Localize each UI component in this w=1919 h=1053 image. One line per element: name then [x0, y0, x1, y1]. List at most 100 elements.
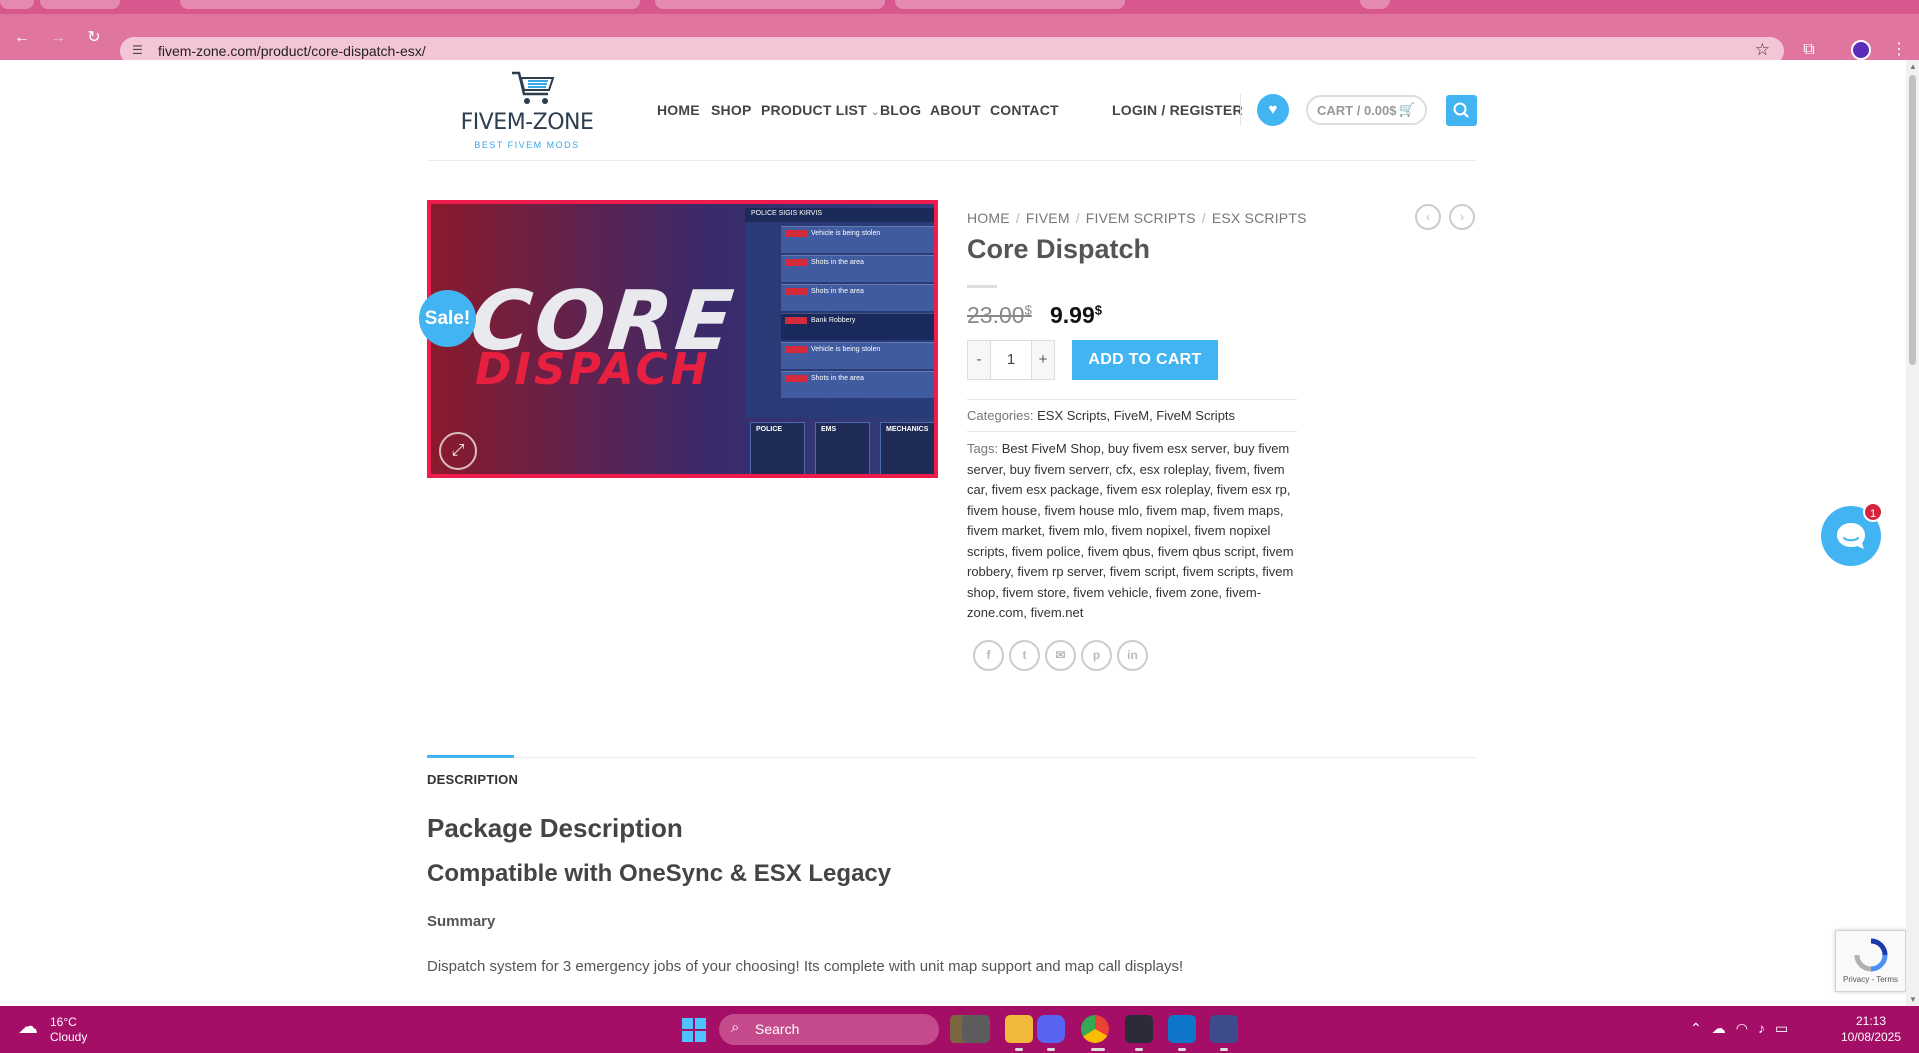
facebook-icon[interactable]: f: [973, 640, 1004, 671]
scroll-up-icon[interactable]: ▲: [1909, 62, 1917, 71]
profile-avatar[interactable]: [1851, 40, 1871, 60]
start-windows-icon[interactable]: [682, 1018, 706, 1042]
browser-tab[interactable]: [180, 0, 640, 9]
tags-label: Tags:: [967, 441, 999, 456]
running-indicator: [1015, 1048, 1023, 1051]
cloud-icon: ☁: [18, 1016, 38, 1038]
chevron-up-icon[interactable]: ⌃: [1690, 1020, 1712, 1036]
web-page: FIVEM-ZONE BEST FIVEM MODS HOME SHOP PRO…: [0, 60, 1906, 1006]
recaptcha-badge[interactable]: Privacy - Terms: [1835, 930, 1906, 992]
vscode-icon[interactable]: [1168, 1015, 1196, 1043]
price-sale: 9.99$: [1050, 302, 1102, 328]
chrome-icon[interactable]: [1081, 1015, 1109, 1043]
categories-label: Categories:: [967, 408, 1034, 423]
twitter-icon[interactable]: t: [1009, 640, 1040, 671]
email-icon[interactable]: ✉: [1045, 640, 1076, 671]
site-logo[interactable]: FIVEM-ZONE BEST FIVEM MODS: [452, 70, 602, 152]
recaptcha-links[interactable]: Privacy - Terms: [1836, 975, 1905, 984]
tabs-divider: [427, 757, 1477, 758]
nav-blog[interactable]: BLOG: [880, 102, 921, 118]
breadcrumb: HOME / FIVEM / FIVEM SCRIPTS / ESX SCRIPTS: [967, 210, 1307, 226]
next-product-icon[interactable]: ›: [1449, 204, 1475, 230]
chat-widget-button[interactable]: 1: [1821, 502, 1883, 566]
quantity-minus-button[interactable]: -: [968, 341, 990, 379]
linkedin-icon[interactable]: in: [1117, 640, 1148, 671]
image-call-row: Bank Robbery: [781, 313, 934, 340]
browser-tab[interactable]: [40, 0, 120, 9]
search-icon: [1453, 102, 1469, 118]
product-title: Core Dispatch: [967, 234, 1151, 264]
image-call-row: Vehicle is being stolen: [781, 226, 934, 253]
wishlist-heart-icon[interactable]: ♥: [1257, 94, 1289, 126]
nav-about[interactable]: ABOUT: [930, 102, 981, 118]
browser-tab[interactable]: [655, 0, 885, 9]
app-window-icon[interactable]: [1210, 1015, 1238, 1043]
tags-links[interactable]: Best FiveM Shop, buy fivem esx server, b…: [967, 441, 1294, 620]
onedrive-icon[interactable]: ☁: [1712, 1020, 1736, 1036]
login-register-link[interactable]: LOGIN / REGISTER: [1112, 102, 1243, 118]
quantity-plus-button[interactable]: +: [1032, 341, 1054, 379]
battery-icon[interactable]: ▭: [1775, 1020, 1798, 1036]
logo-tagline: BEST FIVEM MODS: [474, 140, 580, 150]
price-regular: 23.00$: [967, 302, 1032, 328]
back-icon[interactable]: ←: [12, 28, 32, 48]
nav-shop[interactable]: SHOP: [711, 102, 751, 118]
package-description-heading: Package Description: [427, 813, 683, 843]
browser-tab[interactable]: [0, 0, 34, 9]
new-tab-button[interactable]: [1360, 0, 1390, 9]
active-indicator: [1091, 1048, 1105, 1051]
scroll-down-icon[interactable]: ▼: [1909, 995, 1917, 1004]
basket-icon: 🛒: [1398, 102, 1415, 117]
breadcrumb-esx-scripts[interactable]: ESX SCRIPTS: [1212, 210, 1307, 226]
tab-strip: [0, 0, 1919, 14]
menu-kebab-icon[interactable]: ⋮: [1888, 39, 1910, 61]
search-button[interactable]: [1446, 95, 1477, 126]
weather-temp: 16°C: [50, 1015, 77, 1029]
nav-home[interactable]: HOME: [657, 102, 700, 118]
nav-product-list[interactable]: PRODUCT LIST ⌄: [761, 102, 880, 118]
scrollbar-thumb[interactable]: [1909, 75, 1916, 365]
nav-contact[interactable]: CONTACT: [990, 102, 1059, 118]
expand-zoom-icon[interactable]: ⤢: [439, 432, 477, 470]
pinterest-icon[interactable]: p: [1081, 640, 1112, 671]
tab-description[interactable]: DESCRIPTION: [427, 755, 518, 787]
cart-label: CART / 0.00$: [1317, 103, 1397, 118]
categories-links[interactable]: ESX Scripts, FiveM, FiveM Scripts: [1037, 408, 1235, 423]
product-tags: Tags: Best FiveM Shop, buy fivem esx ser…: [967, 439, 1297, 624]
site-info-icon[interactable]: ☰: [132, 43, 148, 59]
taskbar-search[interactable]: ⌕ Search: [719, 1014, 939, 1045]
add-to-cart-button[interactable]: ADD TO CART: [1072, 340, 1218, 380]
system-tray[interactable]: ⌃☁◠♪▭: [1690, 1020, 1798, 1037]
product-image[interactable]: CORE DISPACH POLICE SIGIS KIRVIS Vehicle…: [427, 200, 938, 478]
bookmark-star-icon[interactable]: ☆: [1755, 40, 1770, 60]
breadcrumb-home[interactable]: HOME: [967, 210, 1010, 226]
file-explorer-icon[interactable]: [1005, 1015, 1033, 1043]
url-text: fivem-zone.com/product/core-dispatch-esx…: [158, 43, 426, 59]
cart-button[interactable]: CART / 0.00$ 🛒: [1306, 95, 1427, 125]
image-unit-box: MECHANICS: [880, 422, 934, 474]
previous-product-icon[interactable]: ‹: [1415, 204, 1441, 230]
meta-divider: [967, 399, 1297, 400]
quantity-input[interactable]: 1: [990, 341, 1032, 379]
wifi-icon[interactable]: ◠: [1736, 1020, 1758, 1036]
breadcrumb-fivem[interactable]: FIVEM: [1026, 210, 1070, 226]
page-scrollbar[interactable]: ▲ ▼: [1906, 60, 1919, 1006]
reload-icon[interactable]: ↻: [84, 28, 104, 48]
forward-icon[interactable]: →: [48, 28, 68, 48]
image-call-row: Shots in the area: [781, 371, 934, 398]
search-icon: ⌕: [731, 1019, 740, 1036]
extensions-icon[interactable]: ⧉: [1798, 39, 1820, 61]
image-title-dispach: DISPACH: [475, 344, 711, 395]
terminal-icon[interactable]: [1125, 1015, 1153, 1043]
discord-icon[interactable]: [1037, 1015, 1065, 1043]
image-call-row: Shots in the area: [781, 255, 934, 282]
image-unit-box: POLICE: [750, 422, 805, 474]
logo-name: FIVEM-ZONE: [460, 110, 594, 135]
chat-notification-badge: 1: [1863, 502, 1883, 522]
shopping-cart-logo-icon: [512, 71, 555, 104]
breadcrumb-fivem-scripts[interactable]: FIVEM SCRIPTS: [1086, 210, 1196, 226]
browser-tab[interactable]: [895, 0, 1125, 9]
volume-icon[interactable]: ♪: [1758, 1020, 1775, 1036]
taskbar-clock[interactable]: 21:13 10/08/2025: [1836, 1013, 1906, 1045]
task-view-icon[interactable]: [962, 1015, 990, 1043]
